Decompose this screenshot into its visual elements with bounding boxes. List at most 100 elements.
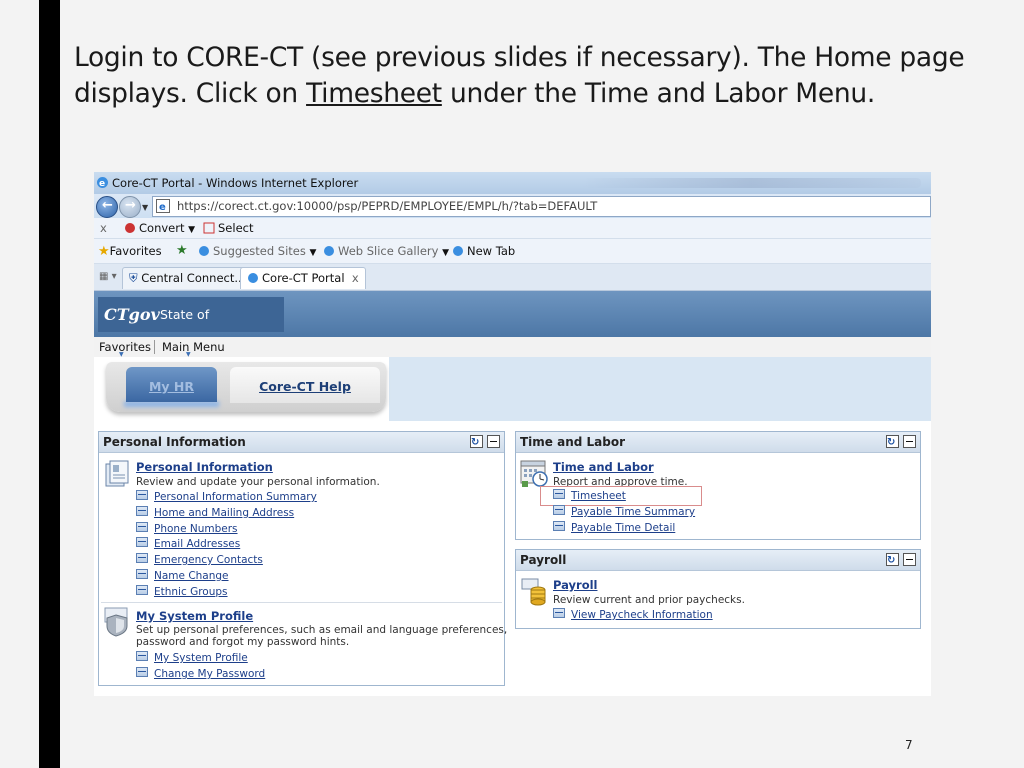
- link-change-my-password[interactable]: Change My Password: [136, 667, 265, 681]
- page-link-icon: [136, 537, 148, 547]
- convert-label: Convert: [139, 221, 185, 235]
- browser-screenshot: e Core-CT Portal - Windows Internet Expl…: [94, 172, 931, 696]
- refresh-icon[interactable]: [886, 433, 899, 453]
- shield-icon: ⛨: [129, 271, 138, 285]
- slide-title-timesheet-word: Timesheet: [306, 78, 442, 109]
- page-link-icon: [136, 553, 148, 563]
- ie-page-icon: [324, 246, 334, 256]
- ct-logo[interactable]: CTgov State of Connecticut: [98, 297, 284, 357]
- svg-text:e: e: [159, 202, 166, 213]
- select-icon: [203, 222, 215, 234]
- link-email-addresses[interactable]: Email Addresses: [136, 537, 240, 551]
- url-field[interactable]: e https://corect.ct.gov:10000/psp/PEPRD/…: [152, 196, 931, 217]
- tab-close-icon[interactable]: x: [352, 271, 359, 285]
- menu-favorites[interactable]: Favorites: [99, 337, 151, 357]
- group-title-time-and-labor[interactable]: Time and Labor: [553, 460, 654, 474]
- tab-core-ct-portal[interactable]: Core-CT Portal x: [240, 267, 366, 289]
- page-link-icon: [136, 585, 148, 595]
- link-timesheet[interactable]: Timesheet: [553, 489, 626, 503]
- link-emergency-contacts[interactable]: Emergency Contacts: [136, 553, 263, 567]
- page-link-icon: [553, 505, 565, 515]
- fav-item-suggested-sites[interactable]: Suggested Sites ▼: [198, 239, 316, 265]
- group-description: Review and update your personal informat…: [136, 476, 380, 488]
- menu-main-menu[interactable]: Main Menu: [162, 337, 225, 357]
- page-link-icon: [136, 506, 148, 516]
- fav-item-web-slice-gallery[interactable]: Web Slice Gallery ▼: [323, 239, 449, 265]
- link-name-change[interactable]: Name Change: [136, 569, 229, 583]
- command-bar: x Convert ▼ Select: [94, 218, 931, 239]
- link-home-and-mailing-address[interactable]: Home and Mailing Address: [136, 506, 294, 520]
- favorites-label: Favorites: [109, 244, 162, 258]
- group-title-payroll[interactable]: Payroll: [553, 578, 597, 592]
- group-description-line1: Set up personal preferences, such as ema…: [136, 624, 508, 636]
- select-label: Select: [218, 221, 254, 235]
- convert-button[interactable]: Convert ▼: [124, 218, 195, 240]
- portal-header: CTgov State of Connecticut: [94, 291, 931, 357]
- link-ethnic-groups[interactable]: Ethnic Groups: [136, 585, 228, 599]
- ct-logo-mark: CTgov: [104, 305, 160, 324]
- star-icon: ★: [98, 244, 110, 259]
- pagelet-header: Personal Information: [99, 432, 504, 453]
- slide-page-number: 7: [905, 738, 913, 752]
- tab-bar: ▦ ▾ ⛨ Central Connect... Core-CT Portal …: [94, 264, 931, 291]
- back-button[interactable]: ←: [96, 196, 118, 218]
- page-link-icon: [136, 490, 148, 500]
- page-link-icon: [136, 522, 148, 532]
- quick-tabs-icon[interactable]: ▦ ▾: [99, 264, 117, 290]
- favorites-button[interactable]: ★Favorites: [98, 239, 162, 264]
- refresh-icon[interactable]: [886, 551, 899, 571]
- pagelet-personal-information: Personal Information Personal Informatio…: [98, 431, 508, 686]
- ie-page-icon: [248, 273, 258, 283]
- page-link-icon: [553, 521, 565, 531]
- page-link-icon: [553, 608, 565, 618]
- link-view-paycheck-information[interactable]: View Paycheck Information: [553, 608, 713, 622]
- ie-logo-icon: e: [97, 177, 108, 189]
- page-link-icon: [553, 489, 565, 499]
- group-description: Review current and prior paychecks.: [553, 594, 745, 606]
- link-phone-numbers[interactable]: Phone Numbers: [136, 522, 238, 536]
- tab-my-hr[interactable]: My HR: [126, 367, 217, 402]
- personal-info-icon: [105, 460, 129, 487]
- minimize-icon[interactable]: [903, 435, 916, 448]
- group-divider: [101, 602, 502, 603]
- link-my-system-profile[interactable]: My System Profile: [136, 651, 248, 665]
- tab-central-connect[interactable]: ⛨ Central Connect...: [122, 267, 253, 289]
- fav-item-new-tab[interactable]: New Tab: [452, 239, 515, 263]
- link-payable-time-summary[interactable]: Payable Time Summary: [553, 505, 695, 519]
- tab-core-ct-help[interactable]: Core-CT Help: [230, 367, 380, 403]
- select-button[interactable]: Select: [203, 218, 253, 238]
- window-controls: [581, 178, 921, 188]
- link-payable-time-detail[interactable]: Payable Time Detail: [553, 521, 675, 535]
- minimize-icon[interactable]: [903, 553, 916, 566]
- add-favorite-icon[interactable]: ★: [176, 239, 188, 263]
- minimize-icon[interactable]: [487, 435, 500, 448]
- window-title: Core-CT Portal - Windows Internet Explor…: [112, 176, 359, 190]
- group-description-line2: password and forgot my password hints.: [136, 636, 350, 648]
- history-dropdown-icon[interactable]: ▼: [142, 203, 148, 212]
- home-page-tabs: My HR Core-CT Help: [94, 357, 931, 421]
- ie-page-icon: [199, 246, 209, 256]
- window-title-bar: e Core-CT Portal - Windows Internet Expl…: [94, 172, 931, 194]
- page-link-icon: [136, 667, 148, 677]
- link-personal-information-summary[interactable]: Personal Information Summary: [136, 490, 317, 504]
- portal-menu-bar: Favorites ▼ Main Menu ▼: [94, 337, 931, 358]
- page-link-icon: [136, 569, 148, 579]
- favorites-bar: ★Favorites ★ Suggested Sites ▼ Web Slice…: [94, 239, 931, 264]
- pagelet-time-and-labor: Time and Labor Time and Labor Report and…: [515, 431, 921, 540]
- group-title[interactable]: Personal Information: [136, 460, 273, 474]
- coins-icon: [521, 578, 546, 606]
- address-bar: ← → ▼ e https://corect.ct.gov:10000/psp/…: [94, 194, 931, 218]
- url-text: https://corect.ct.gov:10000/psp/PEPRD/EM…: [177, 199, 598, 213]
- pagelet-header: Time and Labor: [516, 432, 920, 453]
- tabs-band: [389, 357, 931, 421]
- refresh-icon[interactable]: [470, 433, 483, 453]
- ie-page-icon: [453, 246, 463, 256]
- forward-button[interactable]: →: [119, 196, 141, 218]
- pagelet-header: Payroll: [516, 550, 920, 571]
- calendar-clock-icon: [520, 460, 548, 487]
- page-link-icon: [136, 651, 148, 661]
- slide-title: Login to CORE-CT (see previous slides if…: [74, 42, 965, 109]
- group-title[interactable]: My System Profile: [136, 609, 253, 623]
- close-toolbar-icon[interactable]: x: [100, 218, 107, 238]
- page-ie-icon: e: [156, 199, 170, 213]
